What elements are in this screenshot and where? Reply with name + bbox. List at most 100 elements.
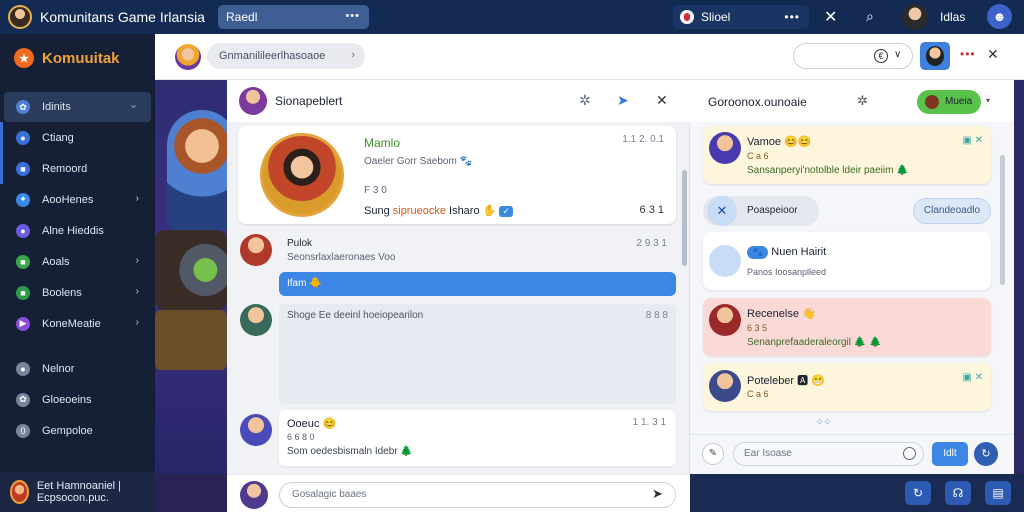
message-highlight: siprueocke — [392, 205, 446, 217]
sword-icon: ✕ — [707, 196, 737, 226]
sidebar-item-label: AooHenes — [42, 193, 94, 206]
sidebar: ★ Komuuitak ✿ Idinits › ● Ctiang ■ Remoord ✦ Aoo… — [0, 34, 155, 512]
account-badge-icon[interactable]: ☻ — [987, 4, 1012, 29]
sidebar-item-label: Nelnor — [42, 362, 75, 375]
profile-icon: ● — [16, 361, 30, 376]
sidebar-item-settings[interactable]: ✿ Gloeoeins — [0, 384, 155, 415]
member-avatar — [709, 132, 741, 164]
chevron-down-icon: ∨ — [894, 49, 902, 60]
chevron-down-icon[interactable]: ▾ — [986, 96, 990, 105]
sidebar-item-label: Ctiang — [42, 131, 74, 144]
message-avatar[interactable] — [240, 414, 272, 446]
pin-icon[interactable]: ✲ — [857, 93, 868, 109]
sidebar-item-media[interactable]: ▶ KoneMeatie › — [0, 308, 155, 339]
message-text: Shoge Ee deeinl hoeiopearilon — [287, 310, 424, 321]
attach-icon[interactable]: ✎ — [702, 443, 724, 465]
reaction-counts: 6 3 1 — [639, 204, 664, 216]
status-selector[interactable]: Slioel ••• — [673, 5, 809, 29]
badge-icon: 🐾 — [747, 246, 769, 259]
share-icon[interactable]: ▣ ✕ — [962, 135, 983, 146]
more-icon[interactable]: ••• — [960, 47, 976, 61]
share-icon[interactable]: ▣ ✕ — [962, 372, 983, 383]
profile-button[interactable] — [920, 42, 950, 70]
send-button[interactable]: Idlt — [932, 442, 968, 466]
member-avatar — [709, 304, 741, 336]
message-author: Ooeuc 😊 — [287, 418, 337, 430]
message-block[interactable]: Shoge Ee deeinl hoeiopearilon 8 8 8 — [279, 304, 676, 404]
featured-message[interactable]: Mamlo 1.1 2. 0.1 Oaeler Gorr Saebom 🐾 F … — [238, 126, 676, 224]
member-name: 🐾 Nuen Hairit — [747, 246, 826, 259]
search-box[interactable]: Raedl ••• — [218, 5, 369, 29]
refresh-icon[interactable]: ↻ — [974, 442, 998, 466]
message-text: Seonsrlaxlaeronaes Voo — [287, 252, 396, 263]
sidebar-item-hero[interactable]: ● Alne Hieddis — [0, 215, 155, 246]
goals-icon: ■ — [16, 254, 30, 269]
message-avatar[interactable] — [240, 304, 272, 336]
send-icon[interactable]: ➤ — [652, 486, 663, 502]
message-author: Mamlo — [364, 136, 401, 150]
sidebar-footer[interactable]: Eet Hamnoaniel | Ecpsocon.puc. — [0, 472, 155, 512]
close-panel-icon[interactable]: ✕ — [987, 46, 999, 63]
notification-icon[interactable]: ⌕ — [866, 8, 874, 25]
panel-scrollbar[interactable] — [1000, 155, 1005, 285]
game-logo-icon[interactable] — [175, 44, 201, 70]
pagination-dots[interactable]: ○ ○ — [817, 416, 830, 426]
chevron-icon: › — [135, 255, 139, 266]
sidebar-item-profile[interactable]: ● Nelnor — [0, 353, 155, 384]
pin-icon[interactable]: ➤ — [617, 92, 629, 109]
status-dot-icon — [925, 95, 939, 109]
sidebar-item-info[interactable]: 0 Gempoloe — [0, 415, 155, 446]
game-icon: ✦ — [16, 192, 30, 207]
menu-icon[interactable]: ▤ — [985, 481, 1011, 505]
chat-scrollbar[interactable] — [682, 170, 687, 266]
search-more-icon[interactable]: ••• — [345, 10, 360, 22]
brand[interactable]: ★ Komuuitak — [14, 48, 120, 68]
headset-icon[interactable]: ☊ — [945, 481, 971, 505]
sidebar-item-chat[interactable]: ● Ctiang — [0, 122, 155, 153]
section-divider: Poaspeioor ✕ Clandeoadlo — [703, 196, 991, 226]
sidebar-item-game[interactable]: ✦ AooHenes › — [0, 184, 155, 215]
sidebar-item-label: Alne Hieddis — [42, 224, 104, 237]
chevron-icon: › — [127, 104, 139, 109]
message-avatar[interactable] — [240, 234, 272, 266]
member-avatar — [709, 245, 741, 277]
panel-input[interactable]: Ear Isoase — [733, 442, 924, 466]
member-card[interactable]: Recenelse 👋 6 3 5 Senanprefaaderaleorgil… — [703, 298, 991, 356]
app-title: Komunitans Game Irlansia — [40, 9, 205, 25]
sidebar-item-goals[interactable]: ■ Aoals › — [0, 246, 155, 277]
member-name: Vamoe 😊😊 — [747, 136, 812, 148]
close-chat-icon[interactable]: ✕ — [656, 92, 668, 109]
sync-icon[interactable]: ↻ — [905, 481, 931, 505]
sidebar-item-record[interactable]: ■ Remoord — [0, 153, 155, 184]
member-card[interactable]: 🐾 Nuen Hairit Panos Ioosanplleed — [703, 232, 991, 290]
emoji-icon[interactable] — [903, 447, 916, 460]
close-icon[interactable]: ✕ — [824, 7, 837, 27]
message-bubble[interactable]: Ifam 🐥 — [279, 272, 676, 296]
status-button[interactable]: Mueia — [917, 90, 981, 114]
member-status: Sansanperyi'notolble ldeir paeiim 🌲 — [747, 165, 909, 176]
member-card[interactable]: Vamoe 😊😊 C a 6 Sansanperyi'notolble ldei… — [703, 126, 991, 184]
hero-illustration — [167, 110, 227, 230]
star-icon[interactable]: ✲ — [579, 92, 591, 109]
panel-header: Goroonox.ounoaie ✲ Mueia ▾ — [690, 80, 1014, 122]
member-meta: 6 3 5 — [747, 323, 768, 333]
member-meta: C a 6 — [747, 151, 769, 161]
user-avatar[interactable] — [902, 4, 928, 30]
section-action[interactable]: Clandeoadlo — [913, 198, 991, 224]
sidebar-item-label: KoneMeatie — [42, 317, 101, 330]
message-block[interactable]: Ooeuc 😊 1 1. 3 1 6 6 8 0 Som oedesbismal… — [279, 410, 676, 466]
message-input[interactable]: Gosalagic baaes — [279, 482, 676, 508]
status-more-icon[interactable]: ••• — [784, 10, 800, 24]
currency-select[interactable]: € ∨ — [793, 43, 913, 69]
bottom-toolbar: ↻ ☊ ▤ — [690, 474, 1024, 512]
nav-separator — [0, 339, 155, 353]
sidebar-item-users[interactable]: ✿ Idinits › — [4, 92, 151, 122]
member-card[interactable]: Poteleber 🅰 😁 C a 6 ▣ ✕ — [703, 363, 991, 411]
breadcrumb-pill[interactable]: Gnmanilileerlhasoaoe › — [207, 43, 365, 69]
user-name[interactable]: Idlas — [940, 10, 965, 24]
users-icon: ✿ — [16, 100, 30, 114]
app-avatar[interactable] — [8, 5, 32, 29]
sidebar-item-rank[interactable]: ■ Boolens › — [0, 277, 155, 308]
chat-avatar[interactable] — [239, 87, 267, 115]
message-subtitle: Oaeler Gorr Saebom 🐾 — [364, 156, 473, 167]
